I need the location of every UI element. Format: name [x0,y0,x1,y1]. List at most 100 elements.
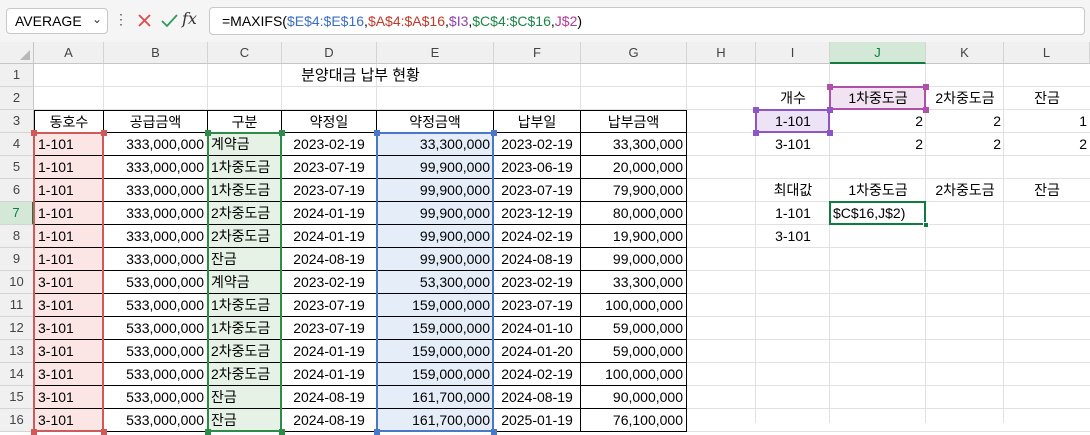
table-cell[interactable]: 53,300,000 [377,271,494,294]
table-cell[interactable]: 159,000,000 [377,294,494,317]
table-cell[interactable]: 1차중도금 [208,294,282,317]
table-cell[interactable]: 2024-02-19 [494,225,581,248]
table-cell[interactable]: 2024-08-19 [494,386,581,409]
column-header-g[interactable]: G [581,42,687,64]
table-cell[interactable]: 2023-07-19 [282,317,377,340]
table-cell[interactable]: 533,000,000 [104,386,208,409]
insert-function-icon[interactable]: fx [182,9,197,28]
count-cell[interactable]: 1 [1004,110,1090,133]
column-header-a[interactable]: A [34,42,104,64]
count-cell[interactable]: 2 [830,110,926,133]
table-cell[interactable]: 3-101 [34,271,104,294]
count-cell[interactable]: 2 [1004,133,1090,156]
table-cell[interactable]: 3-101 [34,409,104,432]
range-handle[interactable] [923,84,929,90]
table-cell[interactable]: 2024-01-19 [282,340,377,363]
max-cell[interactable]: 1-101 [756,202,830,225]
table-cell[interactable]: 2차중도금 [208,340,282,363]
table-cell[interactable]: 80,000,000 [581,202,687,225]
table-cell[interactable]: 333,000,000 [104,248,208,271]
row-header-4[interactable]: 4 [0,133,34,156]
column-header-j[interactable]: J [830,42,926,64]
table-cell[interactable]: 2024-01-19 [282,202,377,225]
table-cell[interactable]: 1차중도금 [208,179,282,202]
table-cell[interactable]: 2025-01-19 [494,409,581,432]
table-cell[interactable]: 533,000,000 [104,271,208,294]
table-header[interactable]: 구분 [208,110,282,133]
count-cell[interactable]: 1-101 [756,110,830,133]
range-handle[interactable] [101,130,107,136]
table-cell[interactable]: 99,900,000 [377,225,494,248]
table-cell[interactable]: 2024-08-19 [494,248,581,271]
column-header-k[interactable]: K [926,42,1004,64]
table-header[interactable]: 약정일 [282,110,377,133]
max-header[interactable]: 잔금 [1004,179,1090,202]
column-header-i[interactable]: I [756,42,830,64]
table-cell[interactable]: 1-101 [34,156,104,179]
table-cell[interactable]: 2차중도금 [208,202,282,225]
range-handle[interactable] [374,429,380,435]
table-cell[interactable]: 3-101 [34,294,104,317]
column-header-l[interactable]: L [1004,42,1090,64]
formula-input[interactable]: =MAXIFS($E$4:$E$16,$A$4:$A$16,$I3,$C$4:$… [209,7,1085,35]
table-cell[interactable]: 계약금 [208,271,282,294]
row-header-2[interactable]: 2 [0,87,34,110]
table-cell[interactable]: 2024-01-20 [494,340,581,363]
range-handle[interactable] [753,107,759,113]
row-header-7[interactable]: 7 [0,202,34,225]
max-cell[interactable]: 3-101 [756,225,830,248]
fill-handle[interactable] [923,222,929,228]
max-header[interactable]: 최대값 [756,179,830,202]
range-handle[interactable] [827,130,833,136]
table-cell[interactable]: 2023-07-19 [282,294,377,317]
range-handle[interactable] [827,107,833,113]
table-header[interactable]: 동호수 [34,110,104,133]
count-cell[interactable]: 2 [926,133,1004,156]
table-cell[interactable]: 2024-08-19 [282,409,377,432]
table-header[interactable]: 납부금액 [581,110,687,133]
range-handle[interactable] [279,429,285,435]
range-handle[interactable] [827,84,833,90]
table-cell[interactable]: 1차중도금 [208,317,282,340]
table-cell[interactable]: 333,000,000 [104,225,208,248]
table-cell[interactable]: 1-101 [34,179,104,202]
table-cell[interactable]: 533,000,000 [104,317,208,340]
table-cell[interactable]: 20,000,000 [581,156,687,179]
range-handle[interactable] [205,130,211,136]
row-header-12[interactable]: 12 [0,317,34,340]
row-header-13[interactable]: 13 [0,340,34,363]
table-cell[interactable]: 159,000,000 [377,317,494,340]
table-cell[interactable]: 1-101 [34,202,104,225]
more-options-icon[interactable]: ⋮ [114,11,128,28]
table-cell[interactable]: 76,100,000 [581,409,687,432]
table-cell[interactable]: 잔금 [208,386,282,409]
table-cell[interactable]: 잔금 [208,409,282,432]
table-cell[interactable]: 2024-02-19 [494,363,581,386]
table-cell[interactable]: 3-101 [34,317,104,340]
count-header[interactable]: 개수 [756,87,830,110]
column-header-e[interactable]: E [377,42,494,64]
range-handle[interactable] [31,429,37,435]
table-cell[interactable]: 59,000,000 [581,340,687,363]
max-header[interactable]: 2차중도금 [926,179,1004,202]
table-cell[interactable]: 2024-08-19 [282,248,377,271]
table-cell[interactable]: 33,300,000 [377,133,494,156]
table-cell[interactable]: 2023-07-19 [494,294,581,317]
table-cell[interactable]: 2024-08-19 [282,386,377,409]
check-icon[interactable] [158,8,180,34]
max-header[interactable]: 1차중도금 [830,179,926,202]
count-header[interactable]: 2차중도금 [926,87,1004,110]
table-cell[interactable]: 2024-01-19 [282,363,377,386]
table-cell[interactable]: 2023-07-19 [494,179,581,202]
row-header-6[interactable]: 6 [0,179,34,202]
select-all-corner[interactable] [0,42,34,64]
table-cell[interactable]: 159,000,000 [377,363,494,386]
table-cell[interactable]: 1-101 [34,248,104,271]
count-cell[interactable]: 3-101 [756,133,830,156]
table-cell[interactable]: 2차중도금 [208,363,282,386]
table-cell[interactable]: 100,000,000 [581,294,687,317]
table-cell[interactable]: 33,300,000 [581,271,687,294]
range-handle[interactable] [31,130,37,136]
table-cell[interactable]: 159,000,000 [377,340,494,363]
table-cell[interactable]: 2024-01-10 [494,317,581,340]
